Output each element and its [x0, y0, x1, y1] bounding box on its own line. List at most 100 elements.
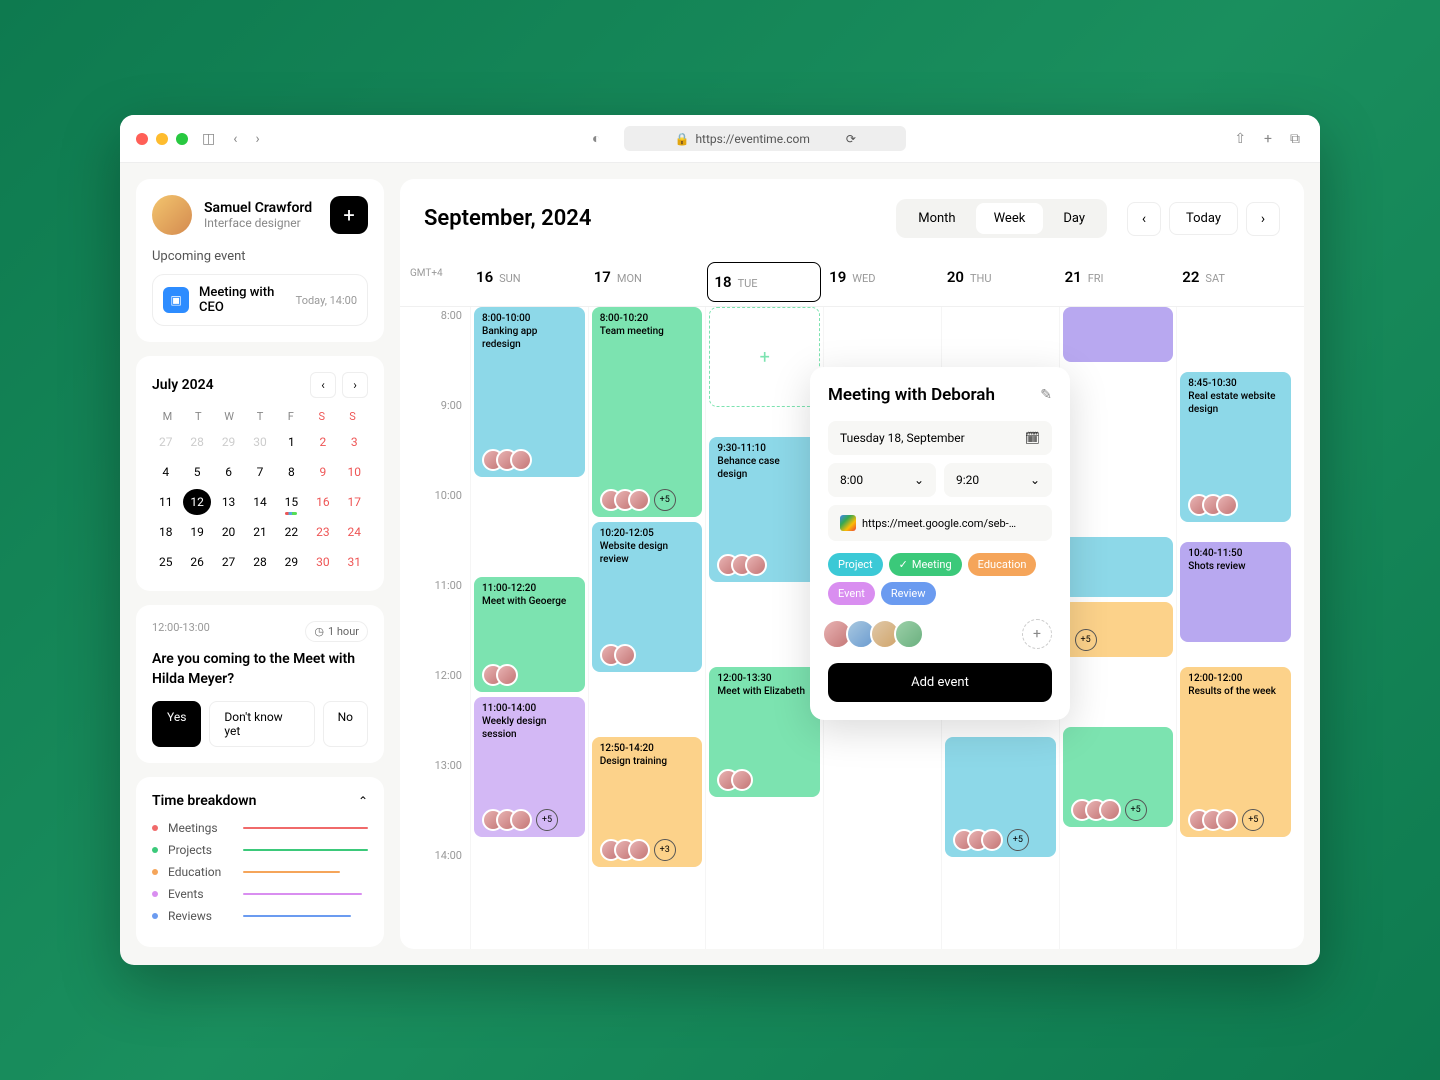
mini-cal-day[interactable]: 13 [215, 489, 242, 515]
mini-cal-day[interactable]: 29 [215, 429, 242, 455]
meeting-link-field[interactable]: https://meet.google.com/seb-… [828, 505, 1052, 541]
add-event-button[interactable]: Add event [828, 663, 1052, 702]
day-column[interactable]: 8:00-10:00Banking app redesign 11:00-12:2… [470, 307, 588, 949]
calendar-event[interactable]: +5 [945, 737, 1056, 857]
view-tab-month[interactable]: Month [900, 203, 973, 234]
day-header[interactable]: 18TUE [707, 262, 821, 302]
mini-cal-day[interactable]: 18 [152, 519, 179, 545]
day-header[interactable]: 16SUN [470, 258, 588, 306]
view-tab-day[interactable]: Day [1045, 203, 1103, 234]
day-header[interactable]: 20THU [941, 258, 1059, 306]
today-button[interactable]: Today [1169, 202, 1238, 235]
avatar[interactable] [152, 195, 192, 235]
add-button[interactable]: + [330, 196, 368, 234]
mini-cal-day[interactable]: 27 [215, 549, 242, 575]
calendar-event[interactable]: 8:00-10:20Team meeting+5 [592, 307, 703, 517]
day-column[interactable]: +9:30-11:10Behance case design 12:00-13:3… [705, 307, 823, 949]
calendar-event[interactable]: 11:00-12:20Meet with Geoerge [474, 577, 585, 692]
mini-cal-day[interactable]: 26 [183, 549, 210, 575]
mini-cal-day[interactable]: 30 [309, 549, 336, 575]
edit-icon[interactable]: ✎ [1040, 387, 1052, 403]
new-event-placeholder[interactable]: + [709, 307, 820, 407]
mini-cal-day[interactable]: 7 [246, 459, 273, 485]
calendar-event[interactable]: 12:00-12:00Results of the week+5 [1180, 667, 1291, 837]
calendar-event[interactable]: 12:00-13:30Meet with Elizabeth [709, 667, 820, 797]
mini-cal-day[interactable]: 1 [278, 429, 305, 455]
calendar-event[interactable]: +5 [1063, 602, 1174, 657]
mini-cal-day[interactable]: 25 [152, 549, 179, 575]
mini-cal-day[interactable]: 28 [246, 549, 273, 575]
mini-cal-day[interactable]: 30 [246, 429, 273, 455]
mini-cal-day[interactable]: 10 [341, 459, 368, 485]
tag-review[interactable]: Review [881, 582, 936, 605]
mini-cal-day[interactable]: 23 [309, 519, 336, 545]
mini-cal-day[interactable]: 5 [183, 459, 210, 485]
calendar-event[interactable]: 10:20-12:05Website design review [592, 522, 703, 672]
mini-cal-day[interactable]: 24 [341, 519, 368, 545]
new-tab-icon[interactable]: + [1260, 127, 1276, 151]
address-bar[interactable]: 🔒 https://eventime.com ⟳ [624, 126, 905, 151]
mini-cal-day[interactable]: 31 [341, 549, 368, 575]
calendar-event[interactable]: 10:40-11:50Shots review [1180, 542, 1291, 642]
calendar-event[interactable]: 9:30-11:10Behance case design [709, 437, 820, 582]
chevron-up-icon[interactable]: ⌃ [358, 794, 368, 808]
next-week-button[interactable]: › [1246, 202, 1280, 236]
mini-prev-icon[interactable]: ‹ [310, 372, 336, 398]
forward-icon[interactable]: › [251, 127, 263, 151]
date-field[interactable]: Tuesday 18, September 🗓 [828, 421, 1052, 455]
mini-cal-day[interactable]: 17 [341, 489, 368, 515]
calendar-event[interactable] [1063, 307, 1174, 362]
mini-cal-day[interactable]: 8 [278, 459, 305, 485]
mini-cal-day[interactable]: 3 [341, 429, 368, 455]
back-icon[interactable]: ‹ [229, 127, 241, 151]
day-column[interactable]: +5 +5 [1059, 307, 1177, 949]
mini-cal-day[interactable]: 14 [246, 489, 273, 515]
calendar-event[interactable]: 11:00-14:00Weekly design session+5 [474, 697, 585, 837]
mini-cal-day[interactable]: 27 [152, 429, 179, 455]
tag-project[interactable]: Project [828, 553, 883, 576]
calendar-event[interactable]: 8:45-10:30Real estate website design [1180, 372, 1291, 522]
mini-cal-day[interactable]: 11 [152, 489, 179, 515]
sidebar-toggle-icon[interactable]: ◫ [198, 127, 219, 151]
day-column[interactable]: 8:00-10:20Team meeting+510:20-12:05Websi… [588, 307, 706, 949]
view-tab-week[interactable]: Week [976, 203, 1044, 234]
mini-cal-day[interactable]: 9 [309, 459, 336, 485]
rsvp-yes-button[interactable]: Yes [152, 701, 201, 747]
day-header[interactable]: 22SAT [1176, 258, 1294, 306]
maximize-icon[interactable] [176, 133, 188, 145]
reload-icon[interactable]: ⟳ [846, 132, 856, 146]
day-header[interactable]: 21FRI [1059, 258, 1177, 306]
add-attendee-button[interactable]: + [1022, 619, 1052, 649]
mini-cal-day[interactable]: 6 [215, 459, 242, 485]
tag-education[interactable]: Education [968, 553, 1037, 576]
attendee-avatar[interactable] [894, 619, 924, 649]
shield-icon[interactable]: ◐ [588, 126, 604, 151]
tag-meeting[interactable]: ✓Meeting [889, 553, 962, 576]
mini-cal-day[interactable]: 16 [309, 489, 336, 515]
day-header[interactable]: 19WED [823, 258, 941, 306]
calendar-event[interactable]: 8:00-10:00Banking app redesign [474, 307, 585, 477]
start-time-field[interactable]: 8:00⌄ [828, 463, 936, 497]
minimize-icon[interactable] [156, 133, 168, 145]
upcoming-event[interactable]: ▣ Meeting with CEO Today, 14:00 [152, 274, 368, 326]
end-time-field[interactable]: 9:20⌄ [944, 463, 1052, 497]
mini-cal-day[interactable]: 4 [152, 459, 179, 485]
mini-cal-day[interactable]: 20 [215, 519, 242, 545]
day-column[interactable]: 8:45-10:30Real estate website design 10:4… [1176, 307, 1294, 949]
tag-event[interactable]: Event [828, 582, 875, 605]
mini-cal-day[interactable]: 2 [309, 429, 336, 455]
share-icon[interactable]: ⇧ [1230, 127, 1250, 151]
mini-next-icon[interactable]: › [342, 372, 368, 398]
mini-cal-day[interactable]: 12 [183, 489, 210, 515]
mini-cal-day[interactable]: 29 [278, 549, 305, 575]
rsvp-dk-button[interactable]: Don't know yet [209, 701, 314, 747]
mini-cal-day[interactable]: 21 [246, 519, 273, 545]
mini-cal-day[interactable]: 22 [278, 519, 305, 545]
day-header[interactable]: 17MON [588, 258, 706, 306]
mini-cal-day[interactable]: 19 [183, 519, 210, 545]
close-icon[interactable] [136, 133, 148, 145]
calendar-event[interactable] [1063, 537, 1174, 597]
calendar-event[interactable]: 12:50-14:20Design training+3 [592, 737, 703, 867]
rsvp-no-button[interactable]: No [323, 701, 368, 747]
calendar-event[interactable]: +5 [1063, 727, 1174, 827]
